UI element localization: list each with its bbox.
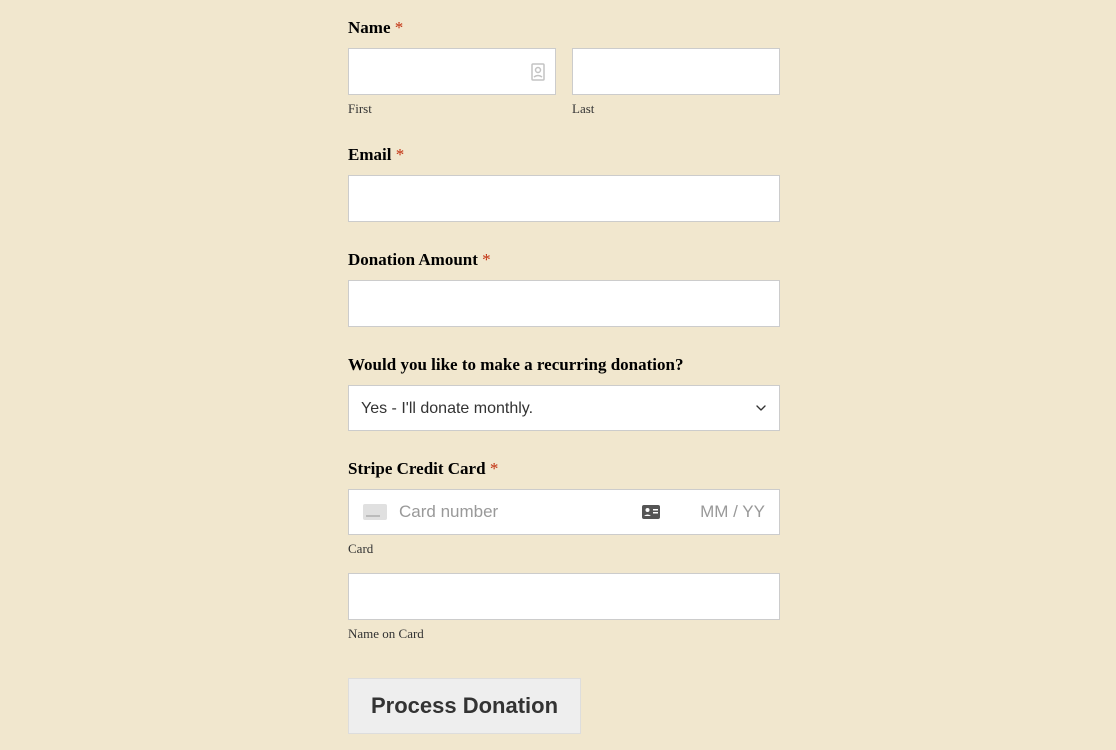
email-field-group: Email * [348,145,780,222]
donation-amount-label-text: Donation Amount [348,250,478,269]
recurring-field-group: Would you like to make a recurring donat… [348,355,780,431]
stripe-card-input[interactable]: Card number MM / YY [348,489,780,535]
donation-amount-input[interactable] [348,280,780,327]
stripe-label-text: Stripe Credit Card [348,459,486,478]
stripe-required-asterisk: * [490,459,499,478]
recurring-label: Would you like to make a recurring donat… [348,355,780,375]
email-required-asterisk: * [396,145,405,164]
stripe-label: Stripe Credit Card * [348,459,780,479]
name-label-text: Name [348,18,390,37]
donation-amount-field-group: Donation Amount * [348,250,780,327]
id-badge-icon [642,505,660,519]
name-field-group: Name * First Las [348,18,780,117]
stripe-field-group: Stripe Credit Card * Card number MM / YY… [348,459,780,642]
name-on-card-input[interactable] [348,573,780,620]
card-number-placeholder: Card number [399,502,630,522]
last-name-col: Last [572,48,780,117]
contact-card-icon [530,63,546,81]
name-on-card-sublabel: Name on Card [348,626,780,642]
name-required-asterisk: * [395,18,404,37]
email-label-text: Email [348,145,391,164]
first-name-col: First [348,48,556,117]
name-label: Name * [348,18,780,38]
first-name-wrapper [348,48,556,95]
card-sublabel: Card [348,541,780,557]
donation-amount-label: Donation Amount * [348,250,780,270]
donation-form: Name * First Las [348,18,780,734]
email-label: Email * [348,145,780,165]
last-name-input[interactable] [572,48,780,95]
first-name-input[interactable] [348,48,556,95]
process-donation-button[interactable]: Process Donation [348,678,581,734]
email-input[interactable] [348,175,780,222]
donation-amount-required-asterisk: * [482,250,491,269]
name-row: First Last [348,48,780,117]
first-name-sublabel: First [348,101,556,117]
recurring-select[interactable]: Yes - I'll donate monthly. [348,385,780,431]
expiry-placeholder: MM / YY [700,502,765,522]
credit-card-icon [363,504,387,520]
last-name-sublabel: Last [572,101,780,117]
